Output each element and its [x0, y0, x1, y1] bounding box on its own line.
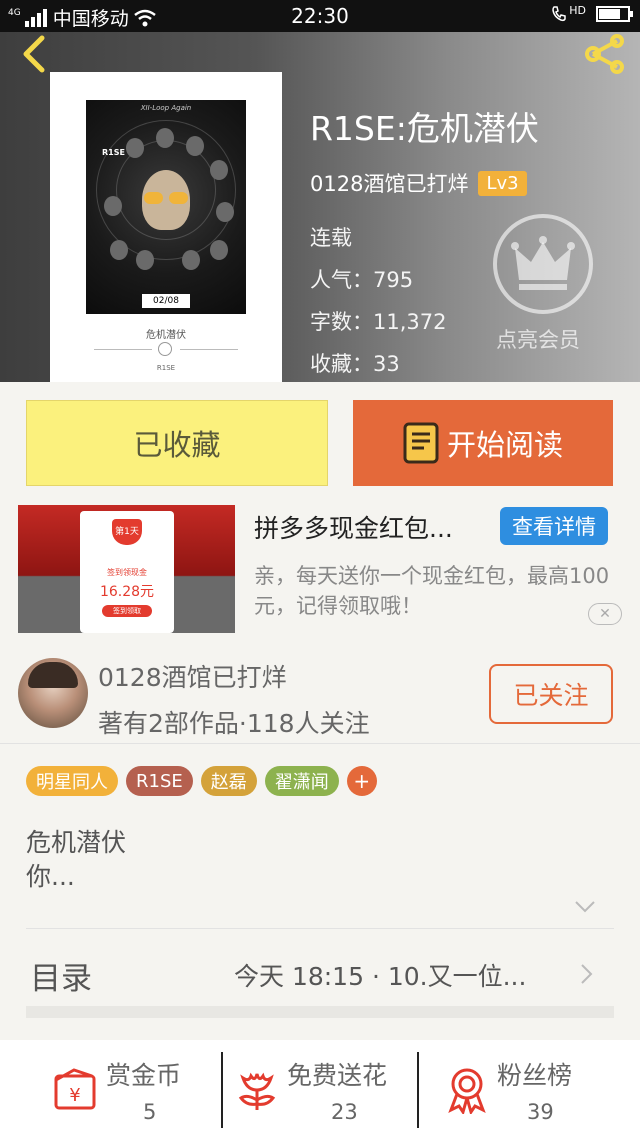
flower-icon [238, 1072, 276, 1110]
add-tag-button[interactable]: + [346, 766, 377, 796]
phone-icon [552, 6, 566, 22]
cover-subtitle: 危机潜伏 [146, 330, 186, 341]
tag-list: 明星同人 R1SE 赵磊 翟潇闻 + [26, 766, 377, 796]
book-description[interactable]: 危机潜伏 你... [26, 826, 126, 894]
book-cover[interactable]: XII-Loop Again R1SE 02/08 危机潜伏 R1SE [50, 72, 282, 382]
ad-image[interactable]: 第1天 签到领现金 16.28元 签到领取 [18, 505, 235, 633]
fan-ranking-button[interactable]: 粉丝榜 39 [419, 1040, 640, 1138]
send-flower-count: 23 [331, 1100, 358, 1124]
tag-item[interactable]: 明星同人 [26, 766, 118, 796]
word-count-stat: 字数：11,372 [310, 310, 447, 334]
header-author-name[interactable]: 0128酒馆已打烊 [310, 168, 468, 198]
description-line: 危机潜伏 [26, 828, 127, 857]
book-icon [403, 422, 439, 464]
chevron-right-icon [581, 964, 593, 984]
follow-button[interactable]: 已关注 [489, 664, 613, 724]
ad-detail-button[interactable]: 查看详情 [500, 507, 608, 545]
hd-indicator: HD [569, 3, 586, 17]
cover-brand: R1SE [156, 364, 176, 372]
battery-icon [596, 6, 633, 22]
member-crown-button[interactable] [493, 214, 593, 314]
send-flower-button[interactable]: 免费送花 23 [223, 1040, 417, 1138]
cover-date: 02/08 [142, 294, 190, 308]
status-bar: 4G 中国移动 22:30 HD [0, 0, 640, 32]
fan-ranking-label: 粉丝榜 [497, 1061, 573, 1090]
book-header: XII-Loop Again R1SE 02/08 危机潜伏 R1SE R1SE… [0, 32, 640, 382]
ad-description: 亲，每天送你一个现金红包，最高100元，记得领取哦！ [254, 564, 610, 618]
start-reading-button[interactable]: 开始阅读 [353, 400, 613, 486]
chevron-down-icon[interactable] [574, 900, 596, 914]
author-name[interactable]: 0128酒馆已打烊 [98, 658, 287, 694]
latest-chapter: 今天 18:15 · 10.又一位... [234, 962, 527, 991]
toc-label: 目录 [30, 961, 92, 997]
ad-close-icon[interactable]: ✕ [588, 603, 622, 625]
book-title: R1SE:危机潜伏 [310, 109, 539, 148]
share-icon[interactable] [582, 34, 628, 74]
level-badge: Lv3 [478, 170, 527, 196]
tag-item[interactable]: 翟潇闻 [264, 766, 339, 796]
serial-status: 连载 [310, 226, 352, 250]
cover-brand-mark: R1SE [102, 148, 125, 157]
member-label[interactable]: 点亮会员 [496, 324, 580, 354]
popularity-stat: 人气：795 [310, 268, 414, 292]
ad-banner[interactable]: 第1天 签到领现金 16.28元 签到领取 拼多多现金红包... 查看详情 亲，… [18, 505, 622, 633]
favorites-stat: 收藏：33 [310, 352, 400, 376]
table-of-contents-row[interactable]: 目录 今天 18:15 · 10.又一位... [26, 928, 614, 1018]
tag-item[interactable]: 赵磊 [200, 766, 257, 796]
cover-play-icon [158, 342, 172, 356]
tag-item[interactable]: R1SE [126, 766, 193, 796]
fan-ranking-count: 39 [527, 1100, 554, 1124]
clock: 22:30 [291, 4, 349, 28]
author-info: 著有2部作品·118人关注 [98, 709, 370, 738]
ad-card-day: 第1天 [112, 519, 142, 545]
reward-coins-count: 5 [143, 1100, 157, 1124]
bottom-action-bar: ¥ 赏金币 5 免费送花 23 粉丝榜 39 [0, 1040, 640, 1138]
reward-coins-label: 赏金币 [106, 1061, 182, 1090]
ad-card-button: 签到领取 [102, 605, 152, 617]
avatar[interactable] [18, 658, 88, 728]
start-reading-label: 开始阅读 [446, 428, 563, 462]
ad-card-amount: 16.28元 [99, 584, 155, 600]
author-row[interactable]: 0128酒馆已打烊 著有2部作品·118人关注 已关注 [0, 648, 640, 744]
crown-icon [511, 236, 575, 290]
back-arrow-icon[interactable] [16, 32, 56, 76]
ad-card-text: 签到领现金 [107, 568, 147, 577]
ad-title[interactable]: 拼多多现金红包... [254, 509, 453, 545]
send-flower-label: 免费送花 [287, 1061, 388, 1090]
description-line: 你... [26, 862, 75, 891]
gold-coin-icon: ¥ [54, 1068, 96, 1110]
svg-text:¥: ¥ [69, 1085, 80, 1106]
cover-top-text: XII-Loop Again [140, 104, 192, 112]
collected-button-label: 已收藏 [133, 428, 221, 462]
reward-coins-button[interactable]: ¥ 赏金币 5 [0, 1040, 222, 1138]
collected-button[interactable]: 已收藏 [26, 400, 328, 486]
medal-icon [448, 1068, 486, 1114]
cover-poster: XII-Loop Again R1SE 02/08 [86, 100, 246, 314]
